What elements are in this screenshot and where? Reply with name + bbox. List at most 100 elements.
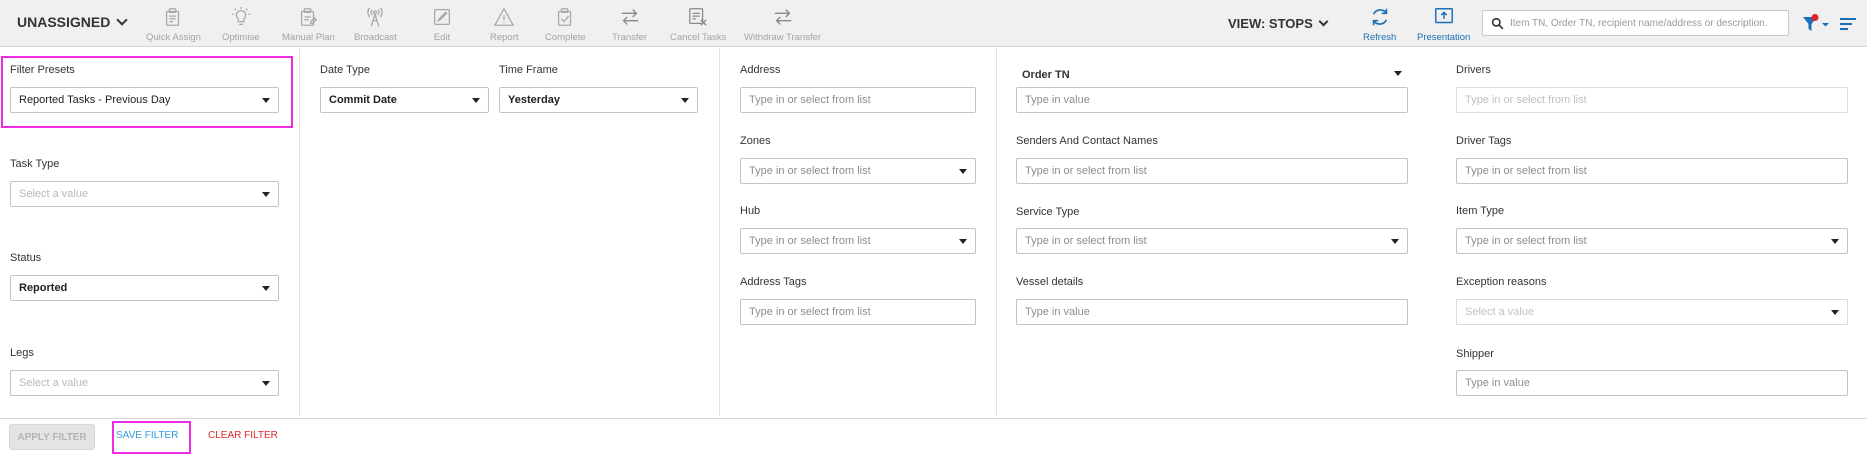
presentation-button[interactable]: Presentation [1417,6,1470,43]
drivers-input[interactable]: Type in or select from list [1456,87,1848,113]
address-tags-placeholder: Type in or select from list [749,306,871,318]
menu-lines-icon[interactable] [1839,16,1857,32]
hub-select[interactable]: Type in or select from list [740,228,976,254]
clear-filter-button[interactable]: CLEAR FILTER [208,430,278,441]
unassigned-dropdown[interactable]: UNASSIGNED [17,14,129,30]
quick-assign-label: Quick Assign [146,32,201,43]
senders-input[interactable]: Type in or select from list [1016,158,1408,184]
status-label: Status [10,252,42,264]
address-input[interactable]: Type in or select from list [740,87,976,113]
exception-reasons-select[interactable]: Select a value [1456,299,1848,325]
address-label: Address [740,64,781,76]
shipper-placeholder: Type in value [1465,377,1530,389]
presentation-label: Presentation [1417,32,1471,43]
report-button[interactable]: Report [490,6,519,43]
transfer-button[interactable]: Transfer [612,6,647,43]
optimise-button[interactable]: Optimise [222,6,259,43]
edit-button[interactable]: Edit [431,6,453,43]
broadcast-button[interactable]: Broadcast [354,6,397,43]
filter-presets-select[interactable]: Reported Tasks - Previous Day [10,87,279,113]
complete-icon [558,8,572,26]
drivers-placeholder: Type in or select from list [1465,94,1587,106]
caret-down-icon [262,97,270,103]
filter-presets-label: Filter Presets [10,64,75,76]
status-value: Reported [19,282,68,294]
apply-filter-button[interactable]: APPLY FILTER [9,424,95,450]
vessel-details-input[interactable]: Type in value [1016,299,1408,325]
status-select[interactable]: Reported [10,275,279,301]
time-frame-select[interactable]: Yesterday [499,87,698,113]
manual-plan-button[interactable]: Manual Plan [282,6,335,43]
cancel-tasks-button[interactable]: Cancel Tasks [670,6,726,43]
service-type-select[interactable]: Type in or select from list [1016,228,1408,254]
column-divider [719,48,720,416]
broadcast-tower-icon [367,7,384,27]
withdraw-transfer-label: Withdraw Transfer [744,32,822,43]
complete-button[interactable]: Complete [545,6,586,43]
caret-down-icon [1831,309,1839,315]
column-divider [996,48,997,416]
transfer-label: Transfer [612,32,648,43]
drivers-label: Drivers [1456,64,1491,76]
filter-menu-icon[interactable] [1801,14,1831,34]
senders-label: Senders And Contact Names [1016,135,1158,147]
broadcast-label: Broadcast [354,32,397,43]
manual-plan-label: Manual Plan [282,32,335,43]
hub-placeholder: Type in or select from list [749,235,871,247]
order-tn-caret-down-icon[interactable] [1394,71,1402,76]
filter-footer [0,418,1867,457]
vessel-details-label: Vessel details [1016,276,1084,288]
search-input[interactable] [1510,17,1788,29]
caret-down-icon [959,238,967,244]
edit-icon [434,9,450,25]
caret-down-icon [1831,238,1839,244]
zones-label: Zones [740,135,771,147]
item-type-select[interactable]: Type in or select from list [1456,228,1848,254]
address-tags-input[interactable]: Type in or select from list [740,299,976,325]
caret-down-icon [262,191,270,197]
quick-assign-button[interactable]: Quick Assign [146,6,201,43]
caret-down-icon [262,285,270,291]
shipper-input[interactable]: Type in value [1456,370,1848,396]
caret-down-icon [262,380,270,386]
zones-select[interactable]: Type in or select from list [740,158,976,184]
legs-label: Legs [10,347,34,359]
date-type-value: Commit Date [329,94,397,106]
order-tn-label[interactable]: Order TN [1022,69,1070,81]
filter-presets-value: Reported Tasks - Previous Day [19,94,171,106]
cancel-tasks-label: Cancel Tasks [670,32,727,43]
view-stops-dropdown[interactable]: VIEW: STOPS [1228,16,1329,31]
refresh-label: Refresh [1363,32,1397,43]
toolbar: UNASSIGNED Quick Assign Optimise Manual … [0,0,1867,47]
address-placeholder: Type in or select from list [749,94,871,106]
exception-reasons-placeholder: Select a value [1465,306,1535,318]
refresh-button[interactable]: Refresh [1363,6,1396,43]
caret-down-icon [472,97,480,103]
withdraw-transfer-button[interactable]: Withdraw Transfer [744,6,821,43]
save-filter-button[interactable]: SAVE FILTER [116,430,178,441]
report-label: Report [490,32,519,43]
view-stops-label: VIEW: STOPS [1228,16,1313,31]
task-type-label: Task Type [10,158,60,170]
order-tn-input[interactable]: Type in value [1016,87,1408,113]
time-frame-value: Yesterday [508,94,560,106]
refresh-icon [1372,8,1387,26]
warning-triangle-icon [493,7,515,26]
date-type-label: Date Type [320,64,370,76]
task-type-select[interactable]: Select a value [10,181,279,207]
manual-plan-icon [301,8,318,26]
hub-label: Hub [740,205,761,217]
driver-tags-input[interactable]: Type in or select from list [1456,158,1848,184]
unassigned-dropdown-label: UNASSIGNED [17,14,111,30]
edit-label: Edit [433,32,451,43]
quick-assign-icon [166,8,180,26]
legs-select[interactable]: Select a value [10,370,279,396]
senders-placeholder: Type in or select from list [1025,165,1147,177]
caret-down-icon [959,168,967,174]
caret-down-icon [1391,238,1399,244]
exception-reasons-label: Exception reasons [1456,276,1547,288]
order-tn-placeholder: Type in value [1025,94,1090,106]
caret-down-icon [681,97,689,103]
date-type-select[interactable]: Commit Date [320,87,489,113]
presentation-icon [1434,8,1453,24]
